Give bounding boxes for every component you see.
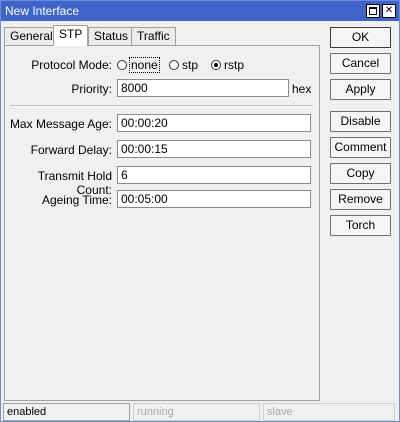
protocol-mode-stp-label: stp xyxy=(182,58,199,72)
priority-input[interactable]: 8000 xyxy=(117,79,289,97)
close-icon: ✕ xyxy=(384,5,394,16)
max-message-age-input[interactable]: 00:00:20 xyxy=(117,114,311,132)
radio-selected-icon xyxy=(211,60,221,70)
forward-delay-input[interactable]: 00:00:15 xyxy=(117,140,311,158)
status-slave: slave xyxy=(263,403,395,421)
protocol-mode-label: Protocol Mode: xyxy=(31,58,112,72)
ageing-time-label: Ageing Time: xyxy=(41,193,112,207)
tab-general[interactable]: General xyxy=(4,27,59,45)
tab-status[interactable]: Status xyxy=(88,27,135,45)
section-divider xyxy=(10,105,313,107)
apply-button[interactable]: Apply xyxy=(330,79,391,100)
close-button[interactable]: ✕ xyxy=(382,4,396,18)
forward-delay-label: Forward Delay: xyxy=(30,143,112,157)
torch-button[interactable]: Torch xyxy=(330,215,391,236)
tab-stp[interactable]: STP xyxy=(53,25,89,46)
restore-button[interactable] xyxy=(366,4,380,18)
ok-button[interactable]: OK xyxy=(330,27,391,48)
ageing-time-input[interactable]: 00:05:00 xyxy=(117,190,311,208)
copy-button[interactable]: Copy xyxy=(330,163,391,184)
protocol-mode-rstp-label: rstp xyxy=(224,58,245,72)
window-title: New Interface xyxy=(5,4,80,18)
radio-circle-icon xyxy=(169,60,179,70)
title-bar: New Interface ✕ xyxy=(1,1,399,21)
status-running: running xyxy=(133,403,260,421)
cancel-button[interactable]: Cancel xyxy=(330,53,391,74)
max-message-age-label: Max Message Age: xyxy=(9,117,112,131)
transmit-hold-count-input[interactable]: 6 xyxy=(117,166,311,184)
status-enabled: enabled xyxy=(3,403,130,421)
restore-icon xyxy=(369,7,377,15)
stp-panel: Protocol Mode: none stp rstp Priority: 8… xyxy=(4,45,320,401)
radio-circle-icon xyxy=(117,60,127,70)
disable-button[interactable]: Disable xyxy=(330,111,391,132)
remove-button[interactable]: Remove xyxy=(330,189,391,210)
new-interface-window: New Interface ✕ General STP Status Traff… xyxy=(0,0,400,422)
status-bar: enabled running slave xyxy=(1,402,399,422)
priority-unit: hex xyxy=(292,82,312,96)
protocol-mode-none-label: none xyxy=(129,57,160,73)
tab-traffic[interactable]: Traffic xyxy=(131,27,176,45)
comment-button[interactable]: Comment xyxy=(330,137,391,158)
priority-label: Priority: xyxy=(71,82,112,96)
